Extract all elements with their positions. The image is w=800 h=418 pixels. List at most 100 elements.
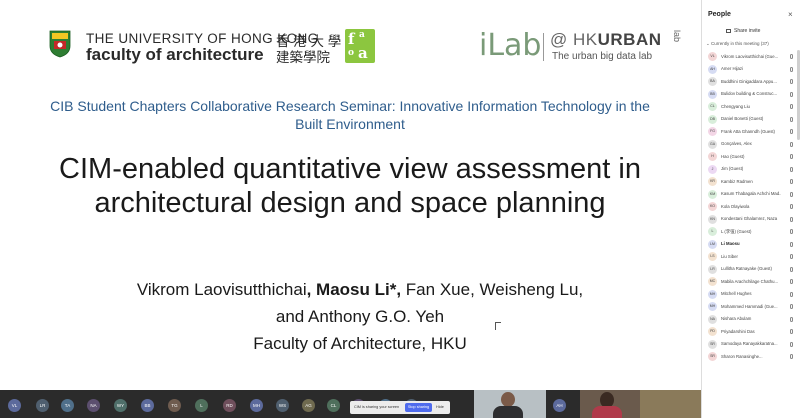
close-icon[interactable]: × xyxy=(788,10,793,19)
stop-sharing-button[interactable]: Stop sharing xyxy=(405,403,432,412)
participant-row[interactable]: LM Li Maosu xyxy=(702,238,800,251)
participant-name: Vikrom Laovisutthichai (Gue... xyxy=(721,53,779,59)
author-line2: and Anthony G.O. Yeh xyxy=(275,307,445,326)
participant-name: Li Maosu xyxy=(721,241,740,246)
share-invite-label: Share invite xyxy=(734,28,761,34)
avatar: H xyxy=(708,152,717,161)
hide-banner-button[interactable]: Hide xyxy=(436,405,444,409)
participant-avatar[interactable]: AG xyxy=(302,399,315,412)
mic-icon xyxy=(790,241,793,247)
in-meeting-header[interactable]: ⌄ Currently in this meeting (37) xyxy=(706,41,769,47)
participant-name: Chengyang Liu xyxy=(721,103,750,109)
participant-row[interactable]: KN Kondestani Ghalamrez, Naza xyxy=(702,213,800,226)
mic-icon xyxy=(790,216,793,222)
hkurban-logo: @ HKURBAN xyxy=(550,30,662,50)
participant-avatar[interactable]: AH xyxy=(553,399,566,412)
participant-avatar[interactable]: TG xyxy=(168,399,181,412)
participant-row[interactable]: SR Samodaya Ranayakkaratna... xyxy=(702,338,800,351)
participant-name: Daniel Bonetti (Guest) xyxy=(721,116,764,121)
participant-row[interactable]: MH Mohammed Hammadi (Gue... xyxy=(702,300,800,313)
hkurban-lab-text: lab xyxy=(672,30,682,43)
mic-icon xyxy=(790,254,793,259)
participant-name: Amer Hijazi xyxy=(721,66,743,71)
mic-icon xyxy=(790,54,793,59)
mic-icon xyxy=(790,154,793,159)
participant-row[interactable]: DB Daniel Bonetti (Guest) xyxy=(702,113,800,126)
avatar: NA xyxy=(708,314,717,324)
avatar: KN xyxy=(708,214,717,224)
mic-icon xyxy=(790,166,793,172)
mic-icon xyxy=(790,341,793,347)
participant-row[interactable]: CL Chengyang Liu xyxy=(702,100,800,113)
participant-row[interactable]: KM Kasum Thabagala Achchi Mad... xyxy=(702,188,800,201)
participant-row[interactable]: LR Lullitha Ratnayake (Guest) xyxy=(702,263,800,276)
participant-row[interactable]: L L (李强) (Guest) xyxy=(702,225,800,238)
participant-avatar[interactable]: CL xyxy=(327,399,340,412)
video-person-body xyxy=(592,406,622,418)
participant-avatar[interactable]: NA xyxy=(87,399,100,412)
participant-row[interactable]: MH Mitchell Hughes xyxy=(702,288,800,301)
participant-avatar[interactable]: RD xyxy=(223,399,236,412)
participant-row[interactable]: PD Priyadarshini Das xyxy=(702,325,800,338)
participant-row[interactable]: KO Kola Olayiwola xyxy=(702,200,800,213)
mic-icon xyxy=(790,291,793,297)
avatar: GA xyxy=(708,139,717,149)
shared-slide: THE UNIVERSITY OF HONG KONG faculty of a… xyxy=(0,0,701,390)
participant-avatar[interactable]: LR xyxy=(36,399,49,412)
mic-icon xyxy=(790,179,793,184)
participant-row[interactable]: KR Kambiz Radmen xyxy=(702,175,800,188)
participant-row[interactable]: BB Bulidov building & Construc... xyxy=(702,88,800,101)
participant-row[interactable]: VL Vikrom Laovisutthichai (Gue... xyxy=(702,50,800,63)
participant-name: Hao (Guest) xyxy=(721,153,745,159)
avatar: LS xyxy=(708,252,717,261)
participant-row[interactable]: AH Amer Hijazi xyxy=(702,63,800,76)
video-person-body xyxy=(493,406,523,418)
mic-icon xyxy=(790,129,793,134)
participant-row[interactable]: LS Liu Siber xyxy=(702,250,800,263)
participant-name: Kasum Thabagala Achchi Mad... xyxy=(721,191,781,196)
participant-video-tile-2[interactable] xyxy=(580,390,701,418)
avatar: KR xyxy=(708,177,717,186)
participant-row[interactable]: SR Sharon Ranasinghe... xyxy=(702,350,800,363)
participant-avatar[interactable]: L xyxy=(195,399,208,412)
participant-row[interactable]: GA Gonçalves, Alex xyxy=(702,138,800,151)
avatar: PD xyxy=(708,327,717,336)
participant-row[interactable]: BA Buddhini Ginigaddara Appu... xyxy=(702,75,800,88)
avatar: L xyxy=(708,227,717,236)
participant-row[interactable]: NA Nishara Abulam xyxy=(702,313,800,326)
participant-row[interactable]: FG Frank Atta Ghanndh (Guest) xyxy=(702,125,800,138)
participant-avatar[interactable]: WY xyxy=(114,399,127,412)
participant-row[interactable]: MC Mabila Arachchilage Chathu... xyxy=(702,275,800,288)
mic-icon xyxy=(790,141,793,147)
faculty-logo: f a o a xyxy=(345,29,375,63)
participant-video-tile[interactable] xyxy=(474,390,546,418)
participant-avatar[interactable]: MH xyxy=(250,399,263,412)
participant-avatar[interactable]: BB xyxy=(141,399,154,412)
mic-icon xyxy=(790,316,793,322)
avatar: CL xyxy=(708,102,717,111)
mic-icon xyxy=(790,354,793,359)
participant-avatar[interactable]: TA xyxy=(61,399,74,412)
avatar: KM xyxy=(708,189,717,199)
mic-icon xyxy=(790,91,793,97)
avatar: KO xyxy=(708,202,717,211)
participant-list: VL Vikrom Laovisutthichai (Gue... AH Amer H… xyxy=(702,50,800,363)
avatar: FG xyxy=(708,127,717,136)
share-invite-button[interactable]: Share invite xyxy=(726,28,760,34)
participant-avatar[interactable]: WS xyxy=(276,399,289,412)
avatar: MC xyxy=(708,277,717,286)
participant-name: Nishara Abulam xyxy=(721,316,752,321)
mic-icon xyxy=(790,329,793,334)
participant-avatar[interactable]: VL xyxy=(8,399,21,412)
meeting-window: THE UNIVERSITY OF HONG KONG faculty of a… xyxy=(0,0,800,418)
seminar-title: CIB Student Chapters Collaborative Resea… xyxy=(50,98,650,132)
avatar: DB xyxy=(708,114,717,124)
participant-name: Lullitha Ratnayake (Guest) xyxy=(721,266,772,271)
avatar: LM xyxy=(708,239,717,249)
video-person-head xyxy=(501,392,515,407)
participant-row[interactable]: H Hao (Guest) xyxy=(702,150,800,163)
avatar: LR xyxy=(708,264,717,274)
participant-name: Priyadarshini Das xyxy=(721,328,755,334)
avatar: SR xyxy=(708,339,717,349)
participant-row[interactable]: J Jim (Guest) xyxy=(702,163,800,176)
